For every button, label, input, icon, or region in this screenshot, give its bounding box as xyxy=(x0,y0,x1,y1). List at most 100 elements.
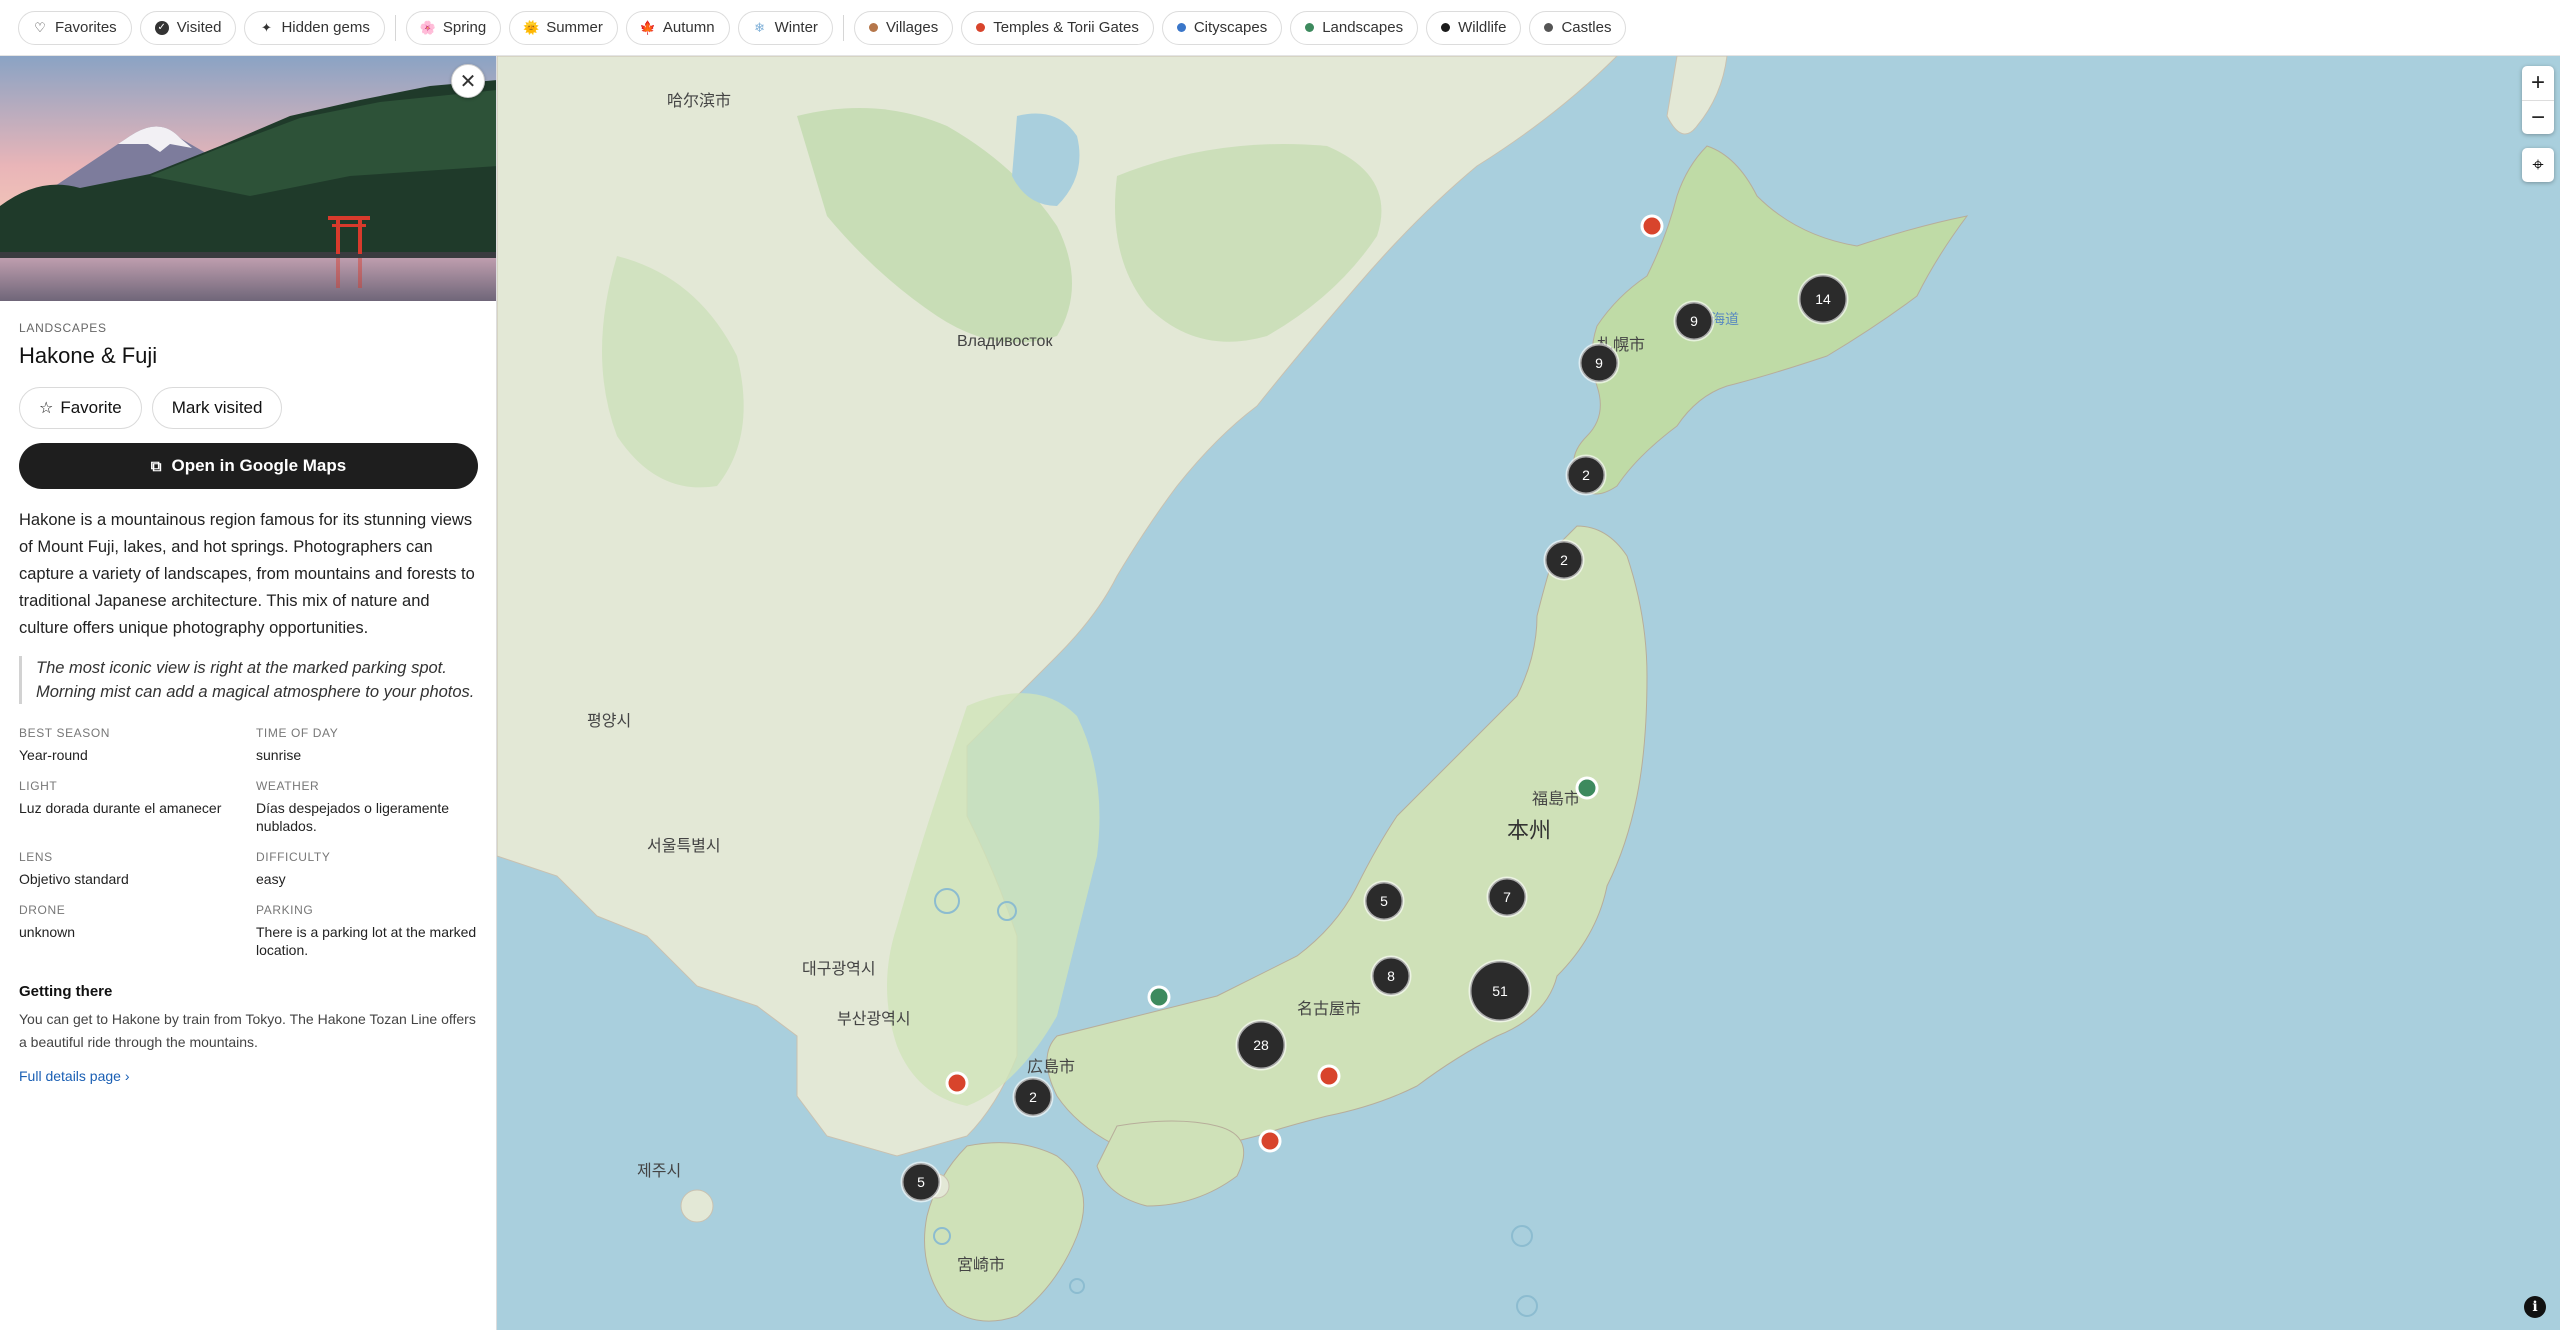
crosshair-icon: ⌖ xyxy=(2532,153,2544,176)
cluster-count: 5 xyxy=(917,1174,925,1190)
fact-value: unknown xyxy=(19,924,76,940)
cluster-marker[interactable]: 5 xyxy=(900,1161,942,1203)
cluster-marker[interactable]: 51 xyxy=(1468,959,1532,1023)
spot-marker-temple[interactable] xyxy=(1640,214,1664,238)
fact-value: Días despejados o ligeramente nublados. xyxy=(256,800,450,834)
shikoku-island xyxy=(1096,1120,1245,1207)
hero-photo xyxy=(0,56,496,301)
island xyxy=(1511,1225,1533,1247)
fact-weather: WEATHER Días despejados o ligeramente nub… xyxy=(256,779,478,835)
filter-temples[interactable]: Temples & Torii Gates xyxy=(961,10,1154,45)
cluster-marker[interactable]: 8 xyxy=(1370,955,1412,997)
filter-winter[interactable]: ❄ Winter xyxy=(737,10,833,45)
fact-key: PARKING xyxy=(256,903,314,917)
close-panel-button[interactable]: ✕ xyxy=(451,64,485,98)
category-dot-icon xyxy=(868,23,878,32)
heart-icon: ♡ xyxy=(34,20,46,35)
zoom-in-button[interactable]: + xyxy=(2522,66,2554,100)
filter-visited[interactable]: ✓ Visited xyxy=(139,10,237,45)
filter-divider xyxy=(842,14,844,41)
filter-wildlife-label: Wildlife xyxy=(1458,19,1507,36)
zoom-out-button[interactable]: − xyxy=(2522,100,2554,134)
fact-key: WEATHER xyxy=(256,779,320,793)
cluster-marker[interactable]: 9 xyxy=(1673,300,1715,342)
open-google-maps-button[interactable]: ⧉ Open in Google Maps xyxy=(19,443,478,489)
filter-favorites-label: Favorites xyxy=(55,19,117,36)
category-dot-icon xyxy=(1305,23,1315,32)
spot-marker-landscape[interactable] xyxy=(1575,776,1599,800)
label-pyongyang: 평양시 xyxy=(587,712,631,730)
hokkaido-island xyxy=(1573,145,1969,495)
fact-value: Luz dorada durante el amanecer xyxy=(19,800,222,816)
filter-summer[interactable]: 🌞 Summer xyxy=(509,10,618,45)
cluster-marker[interactable]: 5 xyxy=(1363,880,1405,922)
cluster-marker[interactable]: 7 xyxy=(1486,876,1528,918)
mark-visited-button[interactable]: Mark visited xyxy=(151,387,283,429)
filter-visited-label: Visited xyxy=(176,19,222,36)
label-kagoshima: 宮崎市 xyxy=(957,1256,1005,1274)
getting-there-text: You can get to Hakone by train from Toky… xyxy=(19,1011,476,1050)
blossom-icon: 🌸 xyxy=(419,20,436,35)
sparkle-icon: ✦ xyxy=(261,20,272,35)
spot-hero-image: ✕ xyxy=(0,56,496,301)
cluster-marker[interactable]: 9 xyxy=(1578,342,1620,384)
snowflake-icon: ❄ xyxy=(754,20,766,35)
filter-cityscapes[interactable]: Cityscapes xyxy=(1161,10,1283,45)
fact-key: LENS xyxy=(19,850,53,864)
full-details-link[interactable]: Full details page › xyxy=(19,1068,130,1084)
cluster-count: 8 xyxy=(1387,968,1395,984)
cluster-marker[interactable]: 28 xyxy=(1235,1019,1287,1071)
filter-spring-label: Spring xyxy=(442,19,487,36)
cluster-marker[interactable]: 2 xyxy=(1012,1076,1054,1118)
filter-spring[interactable]: 🌸 Spring xyxy=(405,10,502,45)
cluster-marker[interactable]: 2 xyxy=(1543,539,1585,581)
spot-marker-temple[interactable] xyxy=(1258,1129,1282,1153)
filter-bar: ♡ Favorites ✓ Visited ✦ Hidden gems 🌸 Spring… xyxy=(0,0,2560,56)
fact-light: LIGHT Luz dorada durante el amanecer xyxy=(19,779,256,835)
sakhalin-island xyxy=(1666,56,1728,135)
cluster-count: 2 xyxy=(1582,467,1590,483)
cluster-marker[interactable]: 14 xyxy=(1797,273,1849,325)
filter-landscapes[interactable]: Landscapes xyxy=(1290,10,1419,45)
map-canvas[interactable]: 哈尔滨市 Владивосток 평양시 서울특별시 대구광역시 부산광역시 제… xyxy=(497,56,2560,1330)
spot-title: Hakone & Fuji xyxy=(19,343,158,368)
filter-favorites[interactable]: ♡ Favorites xyxy=(18,10,132,45)
label-vladivostok: Владивосток xyxy=(957,333,1053,350)
filter-castles[interactable]: Castles xyxy=(1529,10,1627,45)
cluster-count: 5 xyxy=(1380,893,1388,909)
filter-villages-label: Villages xyxy=(885,19,939,36)
forest-area xyxy=(1115,144,1382,342)
zoom-control: + − xyxy=(2522,66,2554,134)
filter-wildlife[interactable]: Wildlife xyxy=(1426,10,1522,45)
label-daegu: 대구광역시 xyxy=(802,960,876,978)
close-icon: ✕ xyxy=(459,70,477,93)
spot-category: LANDSCAPES xyxy=(19,321,107,335)
getting-there: Getting there You can get to Hakone by t… xyxy=(19,983,477,1054)
fact-lens: LENS Objetivo standard xyxy=(19,850,256,888)
label-nagoya: 名古屋市 xyxy=(1297,1000,1361,1018)
spot-marker-temple[interactable] xyxy=(945,1071,969,1095)
fact-difficulty: DIFFICULTY easy xyxy=(256,850,478,888)
filter-autumn[interactable]: 🍁 Autumn xyxy=(625,10,730,45)
cluster-count: 14 xyxy=(1815,291,1831,307)
favorite-button-label: Favorite xyxy=(60,398,122,417)
label-honshu: 本州 xyxy=(1507,818,1551,843)
spot-marker-landscape[interactable] xyxy=(1147,985,1171,1009)
fact-value: Year-round xyxy=(19,747,88,763)
locate-me-button[interactable]: ⌖ xyxy=(2522,148,2554,182)
cluster-count: 2 xyxy=(1560,552,1568,568)
spot-marker-temple[interactable] xyxy=(1317,1064,1341,1088)
map-svg: 哈尔滨市 Владивосток 평양시 서울특별시 대구광역시 부산광역시 제… xyxy=(497,56,1969,1322)
maple-leaf-icon: 🍁 xyxy=(639,20,656,35)
cluster-marker[interactable]: 2 xyxy=(1565,454,1607,496)
filter-hidden-gems[interactable]: ✦ Hidden gems xyxy=(244,10,385,45)
map-attribution-button[interactable]: i xyxy=(2524,1296,2546,1318)
spot-description: Hakone is a mountainous region famous fo… xyxy=(19,511,475,637)
label-hiroshima: 広島市 xyxy=(1027,1058,1075,1076)
filter-hidden-gems-label: Hidden gems xyxy=(281,19,370,36)
label-fukushima: 福島市 xyxy=(1532,790,1580,808)
open-google-maps-label: Open in Google Maps xyxy=(171,456,347,475)
filter-villages[interactable]: Villages xyxy=(853,10,954,45)
favorite-button[interactable]: ☆ Favorite xyxy=(19,387,142,429)
getting-there-title: Getting there xyxy=(19,983,113,1000)
